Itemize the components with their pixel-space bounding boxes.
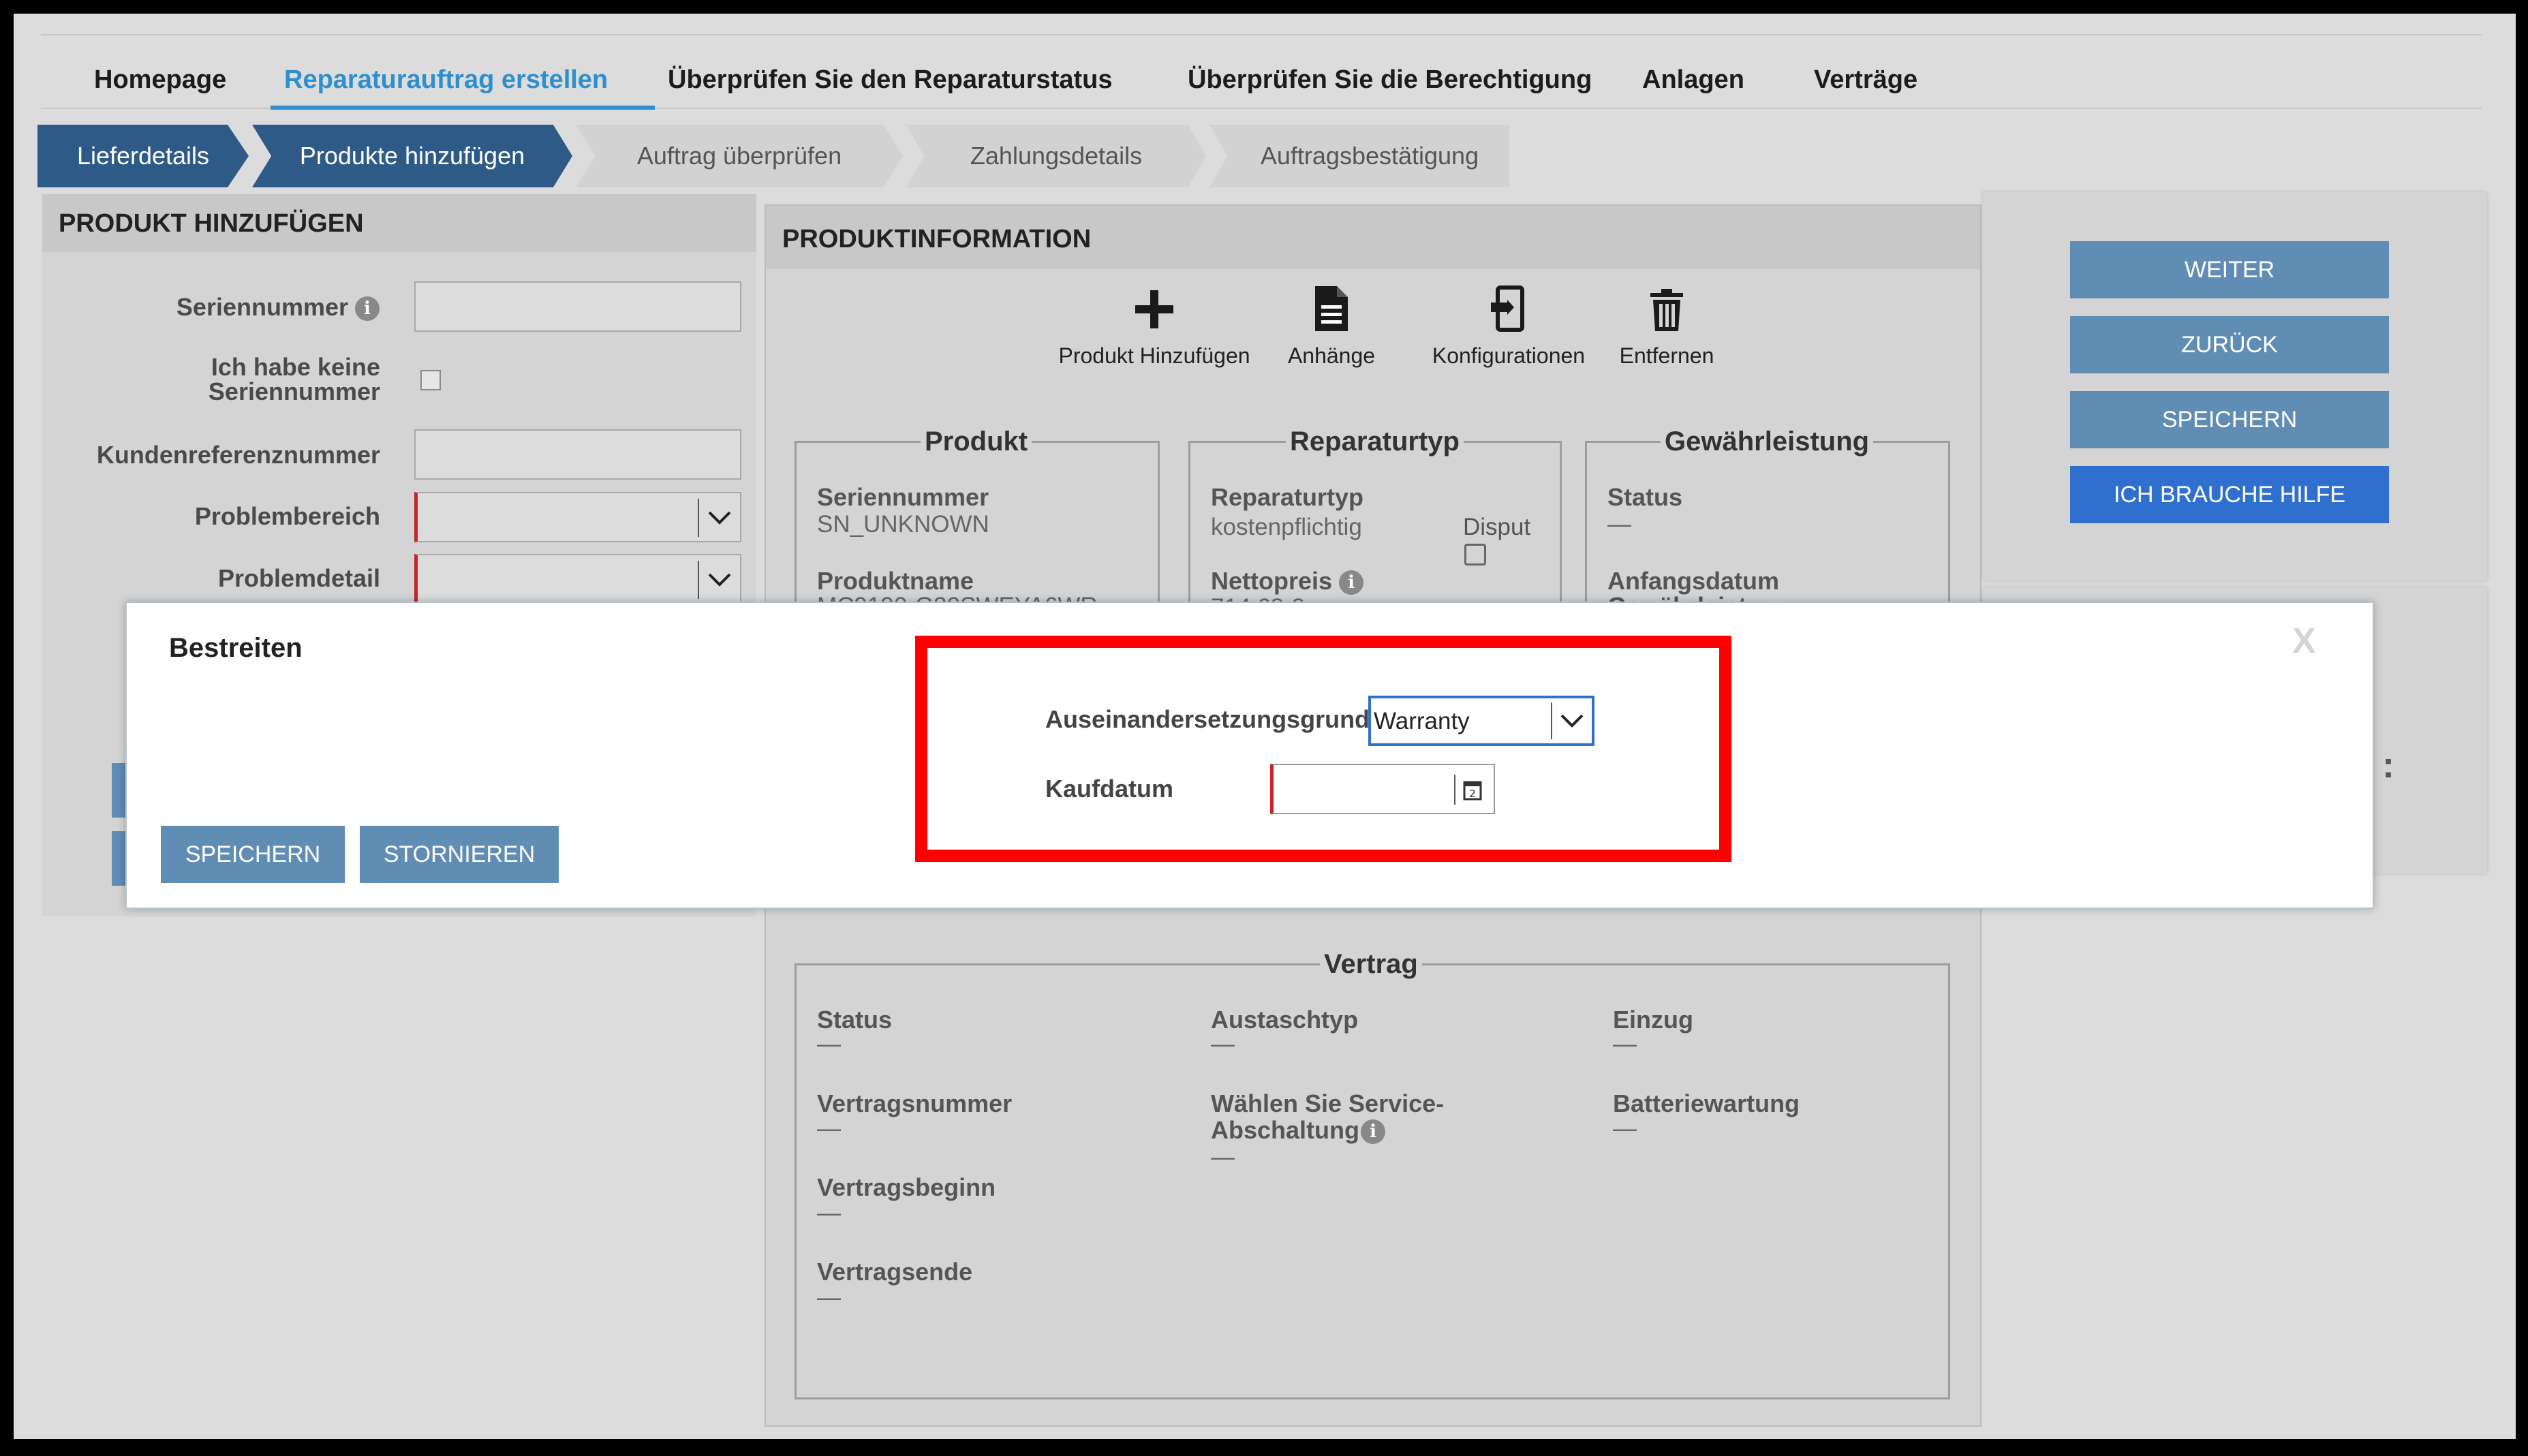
service-shutdown-value: — [1211,1144,1235,1171]
fieldset-legend: Produkt [921,427,1032,457]
fieldset-legend: Gewährleistung [1661,427,1874,457]
info-icon[interactable]: i [355,296,380,322]
document-icon [1315,286,1348,331]
close-icon[interactable]: X [2292,621,2316,662]
step-label: Zahlungsdetails [970,142,1143,170]
nav-check-entitlement[interactable]: Überprüfen Sie die Berechtigung [1188,65,1592,95]
contract-begin-label: Vertragsbeginn [817,1173,996,1201]
next-button[interactable]: WEITER [2070,241,2389,298]
collection-value: — [1613,1031,1637,1057]
battery-maintenance-value: — [1613,1115,1637,1142]
contract-begin-value: — [817,1200,841,1226]
remove-tool[interactable]: Entfernen [1599,288,1735,369]
no-serial-checkbox[interactable] [420,370,441,390]
fieldset-legend: Reparaturtyp [1286,427,1464,457]
nav-contracts[interactable]: Verträge [1814,65,1917,95]
tool-label: Produkt Hinzufügen [1058,343,1250,368]
nav-check-repair-status[interactable]: Überprüfen Sie den Reparaturstatus [668,65,1112,95]
service-shutdown-label: Wählen Sie Service- [1211,1089,1445,1117]
step-delivery-details[interactable]: Lieferdetails [37,125,249,187]
serial-value: SN_UNKNOWN [817,511,989,538]
product-name-label: Produktname [817,567,974,595]
problem-detail-label: Problemdetail [217,564,380,592]
warranty-status-label: Status [1607,483,1683,511]
modal-title: Bestreiten [169,633,303,663]
contract-number-label: Vertragsnummer [817,1089,1013,1117]
step-label: Auftrag überprüfen [636,142,842,170]
tool-label: Entfernen [1619,343,1714,368]
serial-number-label: Seriennummer i [176,295,380,322]
collection-label: Einzug [1613,1006,1693,1034]
info-icon[interactable]: i [1339,570,1364,595]
step-label: Produkte hinzufügen [299,142,525,170]
step-label: Auftragsbestätigung [1260,142,1479,170]
trash-icon [1650,289,1683,331]
customer-reference-input[interactable] [414,429,741,480]
warranty-status-value: — [1607,511,1631,538]
warranty-start-label: Anfangsdatum [1607,567,1779,595]
tool-label: Konfigurationen [1432,343,1586,368]
problem-area-label: Problembereich [194,502,380,530]
no-serial-label: Ich habe keine [211,353,380,381]
problem-area-select[interactable] [414,492,741,542]
add-product-tool[interactable]: Produkt Hinzufügen [1052,288,1257,369]
no-serial-label-line2: Seriennummer [208,377,380,405]
plus-icon [1135,290,1173,328]
fieldset-legend: Vertrag [1320,949,1422,980]
configurations-tool[interactable]: Konfigurationen [1406,285,1611,369]
contract-fieldset: Vertrag Status — Austaschtyp — Einzug — … [795,949,1950,1399]
nav-homepage[interactable]: Homepage [94,65,226,95]
exchange-type-value: — [1211,1031,1235,1057]
step-order-confirmation[interactable]: Auftragsbestätigung [1209,125,1509,187]
attachments-tool[interactable]: Anhänge [1274,285,1389,369]
modal-save-button[interactable]: SPEICHERN [161,826,345,883]
save-button[interactable]: SPEICHERN [2070,391,2389,448]
modal-cancel-button[interactable]: STORNIEREN [360,826,559,883]
step-label: Lieferdetails [76,142,210,170]
chevron-down-icon [698,499,740,537]
dispute-label: Disput [1463,514,1531,540]
contract-end-value: — [817,1284,841,1311]
dispute-checkbox[interactable] [1464,544,1486,566]
step-review-order[interactable]: Auftrag überprüfen [576,125,903,187]
repair-type-label: Reparaturtyp [1211,483,1364,511]
contract-status-label: Status [817,1006,893,1034]
step-payment-details[interactable]: Zahlungsdetails [906,125,1206,187]
serial-number-input[interactable] [414,281,741,332]
top-navigation: Homepage Reparaturauftrag erstellen Über… [41,34,2482,110]
battery-maintenance-label: Batteriewartung [1613,1089,1800,1117]
repair-type-value: kostenpflichtig [1211,514,1362,540]
panel-title: PRODUKT HINZUFÜGEN [42,194,756,251]
contract-number-value: — [817,1115,841,1142]
active-tab-underline [271,106,655,110]
nav-create-repair-order[interactable]: Reparaturauftrag erstellen [284,65,608,95]
problem-detail-select[interactable] [414,554,741,604]
nav-assets[interactable]: Anlagen [1642,65,1744,95]
config-icon [1491,285,1524,332]
customer-reference-label: Kundenreferenznummer [96,441,380,469]
info-icon[interactable]: i [1361,1119,1386,1145]
net-price-label: Nettopreis i [1211,568,1364,595]
contract-status-value: — [817,1031,841,1057]
serial-label: Seriennummer [817,483,989,511]
service-shutdown-label-line2: Abschaltung i [1211,1117,1386,1145]
chevron-down-icon [698,561,740,599]
highlight-box [915,636,1731,862]
actions-panel: WEITER ZURÜCK SPEICHERN ICH BRAUCHE HILF… [1983,192,2487,580]
help-button[interactable]: ICH BRAUCHE HILFE [2070,466,2389,523]
panel-title: PRODUKTINFORMATION [766,206,1980,268]
exchange-type-label: Austaschtyp [1211,1006,1359,1034]
tool-label: Anhänge [1287,343,1376,368]
contract-end-label: Vertragsende [817,1258,973,1286]
back-button[interactable]: ZURÜCK [2070,316,2389,373]
step-add-products[interactable]: Produkte hinzufügen [252,125,572,187]
